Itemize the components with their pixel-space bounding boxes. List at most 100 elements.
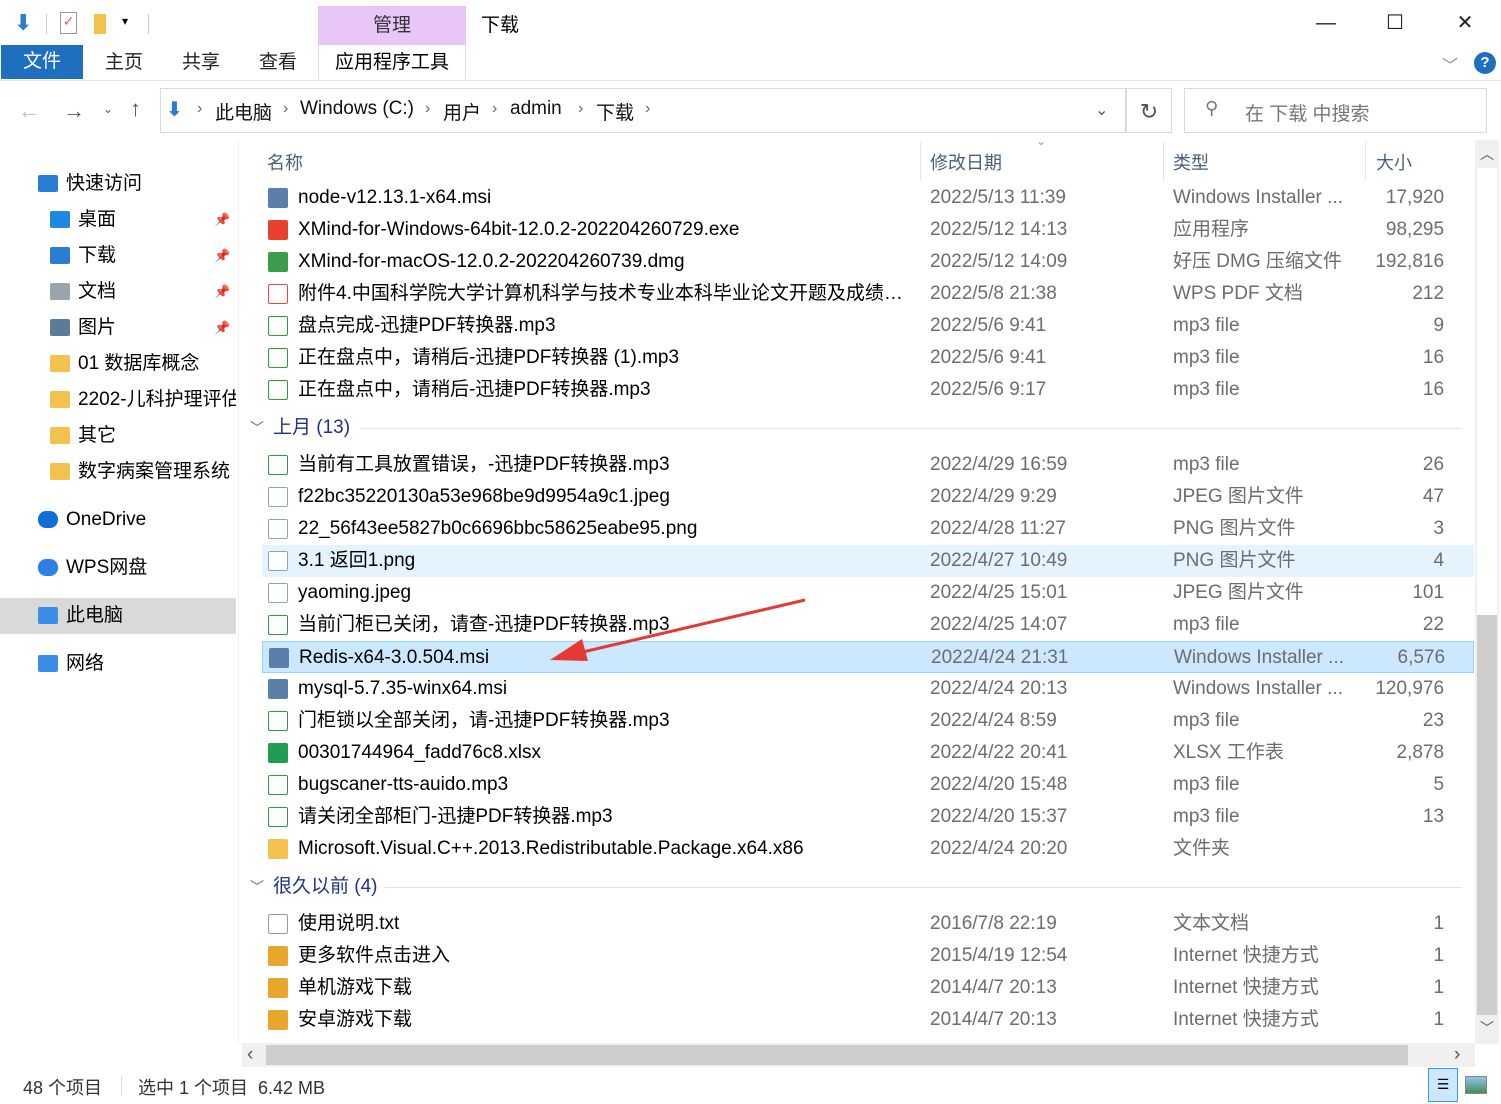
file-row[interactable]: Redis-x64-3.0.504.msi 2022/4/24 21:31 Wi… xyxy=(262,641,1474,673)
breadcrumb-downloads[interactable]: 下载 xyxy=(596,98,634,125)
pin-icon[interactable]: 📌 xyxy=(214,238,230,274)
column-header-name[interactable]: 名称 xyxy=(267,149,303,175)
file-row[interactable]: f22bc35220130a53e968be9d9954a9c1.jpeg 20… xyxy=(262,481,1474,513)
breadcrumb-admin[interactable]: admin xyxy=(510,98,562,120)
nav-item[interactable]: 快速访问 xyxy=(0,166,236,202)
maximize-button[interactable]: ☐ xyxy=(1370,8,1420,38)
file-row[interactable]: yaoming.jpeg 2022/4/25 15:01 JPEG 图片文件 1… xyxy=(262,577,1474,609)
file-row[interactable]: XMind-for-macOS-12.0.2-202204260739.dmg … xyxy=(262,246,1474,278)
file-row[interactable]: 22_56f43ee5827b0c6696bbc58625eabe95.png … xyxy=(262,513,1474,545)
file-row[interactable]: 正在盘点中，请稍后-迅捷PDF转换器.mp3 2022/5/6 9:17 mp3… xyxy=(262,374,1474,406)
file-row[interactable]: 00301744964_fadd76c8.xlsx 2022/4/22 20:4… xyxy=(262,737,1474,769)
search-input[interactable]: 在 下载 中搜索 xyxy=(1245,99,1370,126)
qat-customize-icon[interactable]: ▾ xyxy=(122,14,128,28)
group-header[interactable]: ﹀ 很久以前 (4) xyxy=(250,871,1462,903)
file-row[interactable]: 3.1 返回1.png 2022/4/27 10:49 PNG 图片文件 4 K xyxy=(262,545,1474,577)
scroll-left-icon[interactable]: ‹ xyxy=(247,1044,253,1066)
file-row[interactable]: mysql-5.7.35-winx64.msi 2022/4/24 20:13 … xyxy=(262,673,1474,705)
recent-locations-icon[interactable]: ⌄ xyxy=(103,102,113,116)
address-dropdown-icon[interactable]: ⌄ xyxy=(1095,100,1108,120)
nav-item-label: 下载 xyxy=(78,245,117,266)
nav-item[interactable]: 下载 📌 xyxy=(0,238,236,274)
tab-home[interactable]: 主页 xyxy=(105,48,143,78)
file-row[interactable]: 使用说明.txt 2016/7/8 22:19 文本文档 1 K xyxy=(262,908,1474,940)
large-icons-view-button[interactable] xyxy=(1465,1076,1487,1094)
file-row[interactable]: 当前门柜已关闭，请查-迅捷PDF转换器.mp3 2022/4/25 14:07 … xyxy=(262,609,1474,641)
new-folder-icon[interactable] xyxy=(94,14,106,34)
file-name: 22_56f43ee5827b0c6696bbc58625eabe95.png xyxy=(298,518,698,539)
scroll-down-icon[interactable]: ﹀ xyxy=(1480,1018,1494,1038)
file-row[interactable]: 请关闭全部柜门-迅捷PDF转换器.mp3 2022/4/20 15:37 mp3… xyxy=(262,801,1474,833)
file-row[interactable]: bugscaner-tts-auido.mp3 2022/4/20 15:48 … xyxy=(262,769,1474,801)
scroll-up-icon[interactable]: ︿ xyxy=(1480,144,1494,164)
nav-item[interactable]: 此电脑 xyxy=(0,598,236,634)
nav-item[interactable]: 2202-儿科护理评估 xyxy=(0,382,236,418)
nav-item[interactable]: 数字病案管理系统 xyxy=(0,454,236,490)
nav-item[interactable]: 网络 xyxy=(0,646,236,682)
file-date: 2022/4/27 10:49 xyxy=(930,550,1068,571)
group-collapse-icon[interactable]: ﹀ xyxy=(250,412,264,444)
tab-file[interactable]: 文件 xyxy=(1,45,83,79)
sort-indicator-icon: ⌄ xyxy=(1036,134,1047,148)
scroll-right-icon[interactable]: › xyxy=(1454,1044,1460,1066)
horizontal-scrollbar[interactable]: ‹ › xyxy=(242,1043,1475,1067)
tab-share[interactable]: 共享 xyxy=(182,48,220,78)
context-tab-manage[interactable]: 管理 xyxy=(318,6,466,45)
file-row[interactable]: node-v12.13.1-x64.msi 2022/5/13 11:39 Wi… xyxy=(262,182,1474,214)
breadcrumb-c-drive[interactable]: Windows (C:) xyxy=(300,98,414,120)
pin-icon[interactable]: 📌 xyxy=(214,274,230,310)
group-collapse-icon[interactable]: ﹀ xyxy=(250,871,264,903)
downloads-location-icon: ⬇ xyxy=(166,99,183,121)
forward-button[interactable]: → xyxy=(63,98,85,124)
tab-app-tools[interactable]: 应用程序工具 xyxy=(318,45,466,79)
img-file-icon xyxy=(268,519,288,539)
minimize-button[interactable]: — xyxy=(1301,8,1351,38)
close-button[interactable]: ✕ xyxy=(1440,8,1490,38)
vertical-scrollbar[interactable]: ︿ ﹀ xyxy=(1475,140,1499,1044)
column-header-size[interactable]: 大小 xyxy=(1376,149,1412,175)
file-date: 2022/4/20 15:37 xyxy=(930,806,1068,827)
scroll-thumb-lower[interactable] xyxy=(1477,615,1497,1015)
file-date: 2022/4/29 9:29 xyxy=(930,486,1057,507)
file-row[interactable]: 更多软件点击进入 2015/4/19 12:54 Internet 快捷方式 1… xyxy=(262,940,1474,972)
up-button[interactable]: ↑ xyxy=(130,96,141,122)
breadcrumb-users[interactable]: 用户 xyxy=(443,98,481,125)
column-header-type[interactable]: 类型 xyxy=(1173,149,1209,175)
column-header-date[interactable]: 修改日期 xyxy=(930,149,1002,175)
nav-item[interactable]: 文档 📌 xyxy=(0,274,236,310)
file-row[interactable]: 附件4.中国科学院大学计算机科学与技术专业本科毕业论文开题及成绩评定... 20… xyxy=(262,278,1474,310)
folder-file-icon xyxy=(268,839,288,859)
group-header[interactable]: ﹀ 上月 (13) xyxy=(250,412,1462,444)
file-row[interactable]: 单机游戏下载 2014/4/7 20:13 Internet 快捷方式 1 K xyxy=(262,972,1474,1004)
nav-item[interactable]: WPS网盘 xyxy=(0,550,236,586)
qat-download-icon[interactable]: ⬇ xyxy=(14,10,32,36)
help-button[interactable]: ? xyxy=(1474,52,1496,74)
file-row[interactable]: 安卓游戏下载 2014/4/7 20:13 Internet 快捷方式 1 K xyxy=(262,1004,1474,1036)
divider xyxy=(1365,142,1366,180)
expand-ribbon-icon[interactable]: ﹀ xyxy=(1442,52,1458,76)
mp3-file-icon xyxy=(268,348,288,368)
file-row[interactable]: XMind-for-Windows-64bit-12.0.2-202204260… xyxy=(262,214,1474,246)
details-view-button[interactable]: ☰ xyxy=(1428,1068,1458,1102)
tab-view[interactable]: 查看 xyxy=(259,48,297,78)
pin-icon[interactable]: 📌 xyxy=(214,202,230,238)
nav-item[interactable]: 桌面 📌 xyxy=(0,202,236,238)
file-size: 2,878 K xyxy=(1396,742,1462,763)
scroll-thumb[interactable] xyxy=(1477,168,1497,618)
file-row[interactable]: Microsoft.Visual.C++.2013.Redistributabl… xyxy=(262,833,1474,865)
file-row[interactable]: 正在盘点中，请稍后-迅捷PDF转换器 (1).mp3 2022/5/6 9:41… xyxy=(262,342,1474,374)
pin-icon[interactable]: 📌 xyxy=(214,310,230,346)
properties-icon[interactable]: ✓ xyxy=(60,12,77,34)
nav-item[interactable]: 01 数据库概念 xyxy=(0,346,236,382)
nav-item[interactable]: 其它 xyxy=(0,418,236,454)
back-button[interactable]: ← xyxy=(18,98,40,124)
nav-item-label: 图片 xyxy=(78,317,117,338)
file-row[interactable]: 门柜锁以全部关闭，请-迅捷PDF转换器.mp3 2022/4/24 8:59 m… xyxy=(262,705,1474,737)
nav-item[interactable]: 图片 📌 xyxy=(0,310,236,346)
h-scroll-thumb[interactable] xyxy=(266,1045,1408,1065)
file-row[interactable]: 当前有工具放置错误，-迅捷PDF转换器.mp3 2022/4/29 16:59 … xyxy=(262,449,1474,481)
refresh-button[interactable]: ↻ xyxy=(1126,88,1172,133)
breadcrumb-this-pc[interactable]: 此电脑 xyxy=(215,98,272,125)
file-row[interactable]: 盘点完成-迅捷PDF转换器.mp3 2022/5/6 9:41 mp3 file… xyxy=(262,310,1474,342)
nav-item[interactable]: OneDrive xyxy=(0,502,236,538)
